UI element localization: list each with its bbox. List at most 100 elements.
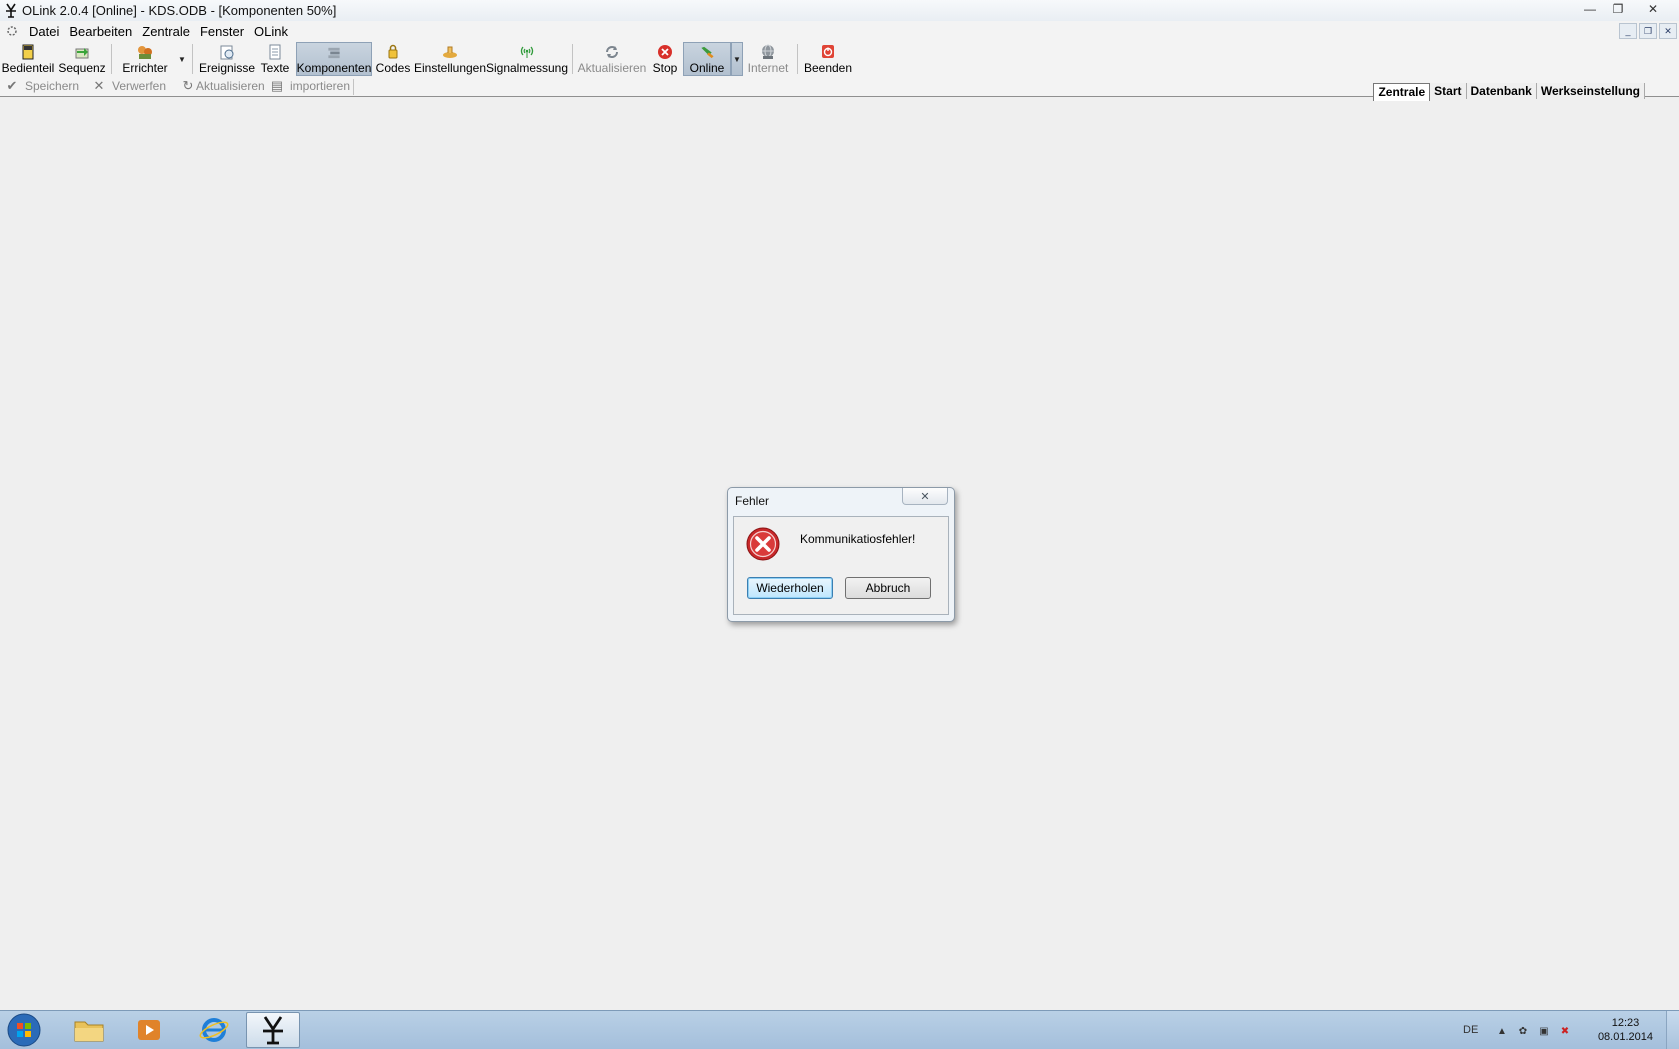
menu-olink[interactable]: OLink: [249, 23, 293, 40]
olink-taskbar-button[interactable]: [246, 1012, 300, 1048]
bedienteil-button[interactable]: Bedienteil: [2, 42, 54, 76]
app-logo-icon: [6, 3, 16, 18]
signalmessung-button[interactable]: Signalmessung: [486, 42, 568, 76]
dialog-body: Kommunikatiosfehler! Wiederholen Abbruch: [733, 516, 949, 615]
menu-bearbeiten[interactable]: Bearbeiten: [64, 23, 137, 40]
sequenz-button[interactable]: Sequenz: [58, 42, 106, 76]
clock[interactable]: 12:23 08.01.2014: [1598, 1016, 1653, 1044]
speichern-button[interactable]: ✔ Speichern: [5, 78, 80, 93]
tab-werkseinstellung[interactable]: Werkseinstellung: [1536, 83, 1645, 99]
online-label: Online: [689, 61, 725, 75]
media-player-icon: [138, 1020, 160, 1040]
title-bar: OLink 2.0.4 [Online] - KDS.ODB - [Kompon…: [0, 0, 1679, 22]
network-status-icon[interactable]: ✿: [1517, 1025, 1529, 1037]
show-desktop-button[interactable]: [1666, 1011, 1679, 1049]
mdi-restore-button[interactable]: ❐: [1639, 23, 1657, 39]
aktualisieren-button[interactable]: Aktualisieren: [578, 42, 646, 76]
menu-zentrale[interactable]: Zentrale: [137, 23, 195, 40]
close-icon: ✕: [1647, 2, 1659, 16]
toolbar-separator: [111, 44, 112, 74]
close-button[interactable]: ✕: [1633, 0, 1673, 18]
explorer-taskbar-button[interactable]: [62, 1012, 116, 1048]
beenden-button[interactable]: Beenden: [804, 42, 852, 76]
importieren-label: importieren: [290, 79, 351, 93]
texte-label: Texte: [260, 61, 290, 75]
error-icon: [746, 527, 780, 561]
system-tray: DE ▲ ✿ ▣ ✖ 12:23 08.01.2014: [1449, 1011, 1679, 1049]
error-dialog: Fehler ✕ Kommunikatiosfehler! Wiederhole…: [727, 487, 955, 622]
aktualisieren-small-label: Aktualisieren: [196, 79, 265, 93]
errichter-label: Errichter: [122, 61, 168, 75]
online-icon: [701, 46, 714, 59]
tab-start[interactable]: Start: [1430, 83, 1467, 99]
stop-icon: [658, 45, 672, 59]
dialog-title: Fehler: [735, 494, 770, 508]
clock-date: 08.01.2014: [1597, 1031, 1653, 1043]
internet-button[interactable]: Internet: [746, 42, 790, 76]
retry-button[interactable]: Wiederholen: [747, 577, 833, 599]
volume-muted-icon[interactable]: ✖: [1559, 1025, 1571, 1037]
language-indicator[interactable]: DE: [1463, 1024, 1478, 1036]
media-player-taskbar-button[interactable]: [122, 1012, 176, 1048]
action-center-icon[interactable]: ▣: [1538, 1025, 1550, 1037]
texte-button[interactable]: Texte: [259, 42, 291, 76]
show-hidden-icons-icon[interactable]: ▲: [1496, 1025, 1508, 1037]
window-controls: — ❐ ✕: [1575, 0, 1673, 18]
beenden-label: Beenden: [803, 61, 853, 75]
signal-icon: [520, 46, 534, 58]
einstellungen-label: Einstellungen: [413, 61, 487, 75]
dialog-close-button[interactable]: ✕: [902, 488, 948, 505]
restore-button[interactable]: ❐: [1605, 0, 1631, 18]
errichter-button[interactable]: Errichter: [120, 42, 170, 76]
sequenz-label: Sequenz: [58, 61, 106, 75]
minimize-button[interactable]: —: [1577, 0, 1603, 18]
menu-bar: Datei Bearbeiten Zentrale Fenster OLink …: [0, 21, 1679, 41]
toolbar-separator: [572, 44, 573, 74]
verwerfen-button[interactable]: ✕ Verwerfen: [92, 78, 166, 93]
codes-icon: [388, 44, 398, 59]
import-icon: ▤: [270, 78, 284, 93]
texts-icon: [269, 44, 281, 60]
minimize-icon: —: [1584, 2, 1596, 16]
main-toolbar: Bedienteil Sequenz Errichter ▼ Ereigniss…: [0, 41, 1679, 77]
komponenten-button[interactable]: Komponenten: [296, 42, 372, 76]
codes-button[interactable]: Codes: [376, 42, 410, 76]
keypad-icon: [22, 44, 34, 60]
importieren-button[interactable]: ▤ importieren: [270, 78, 351, 93]
refresh-icon: [606, 46, 618, 58]
menu-fenster[interactable]: Fenster: [195, 23, 249, 40]
clock-time: 12:23: [1611, 1017, 1640, 1029]
checkmark-icon: ✔: [6, 78, 18, 93]
tab-zentrale[interactable]: Zentrale: [1373, 83, 1431, 101]
error-message: Kommunikatiosfehler!: [800, 532, 916, 546]
events-icon: [220, 45, 234, 60]
errichter-dropdown[interactable]: ▼: [177, 42, 187, 76]
online-dropdown[interactable]: ▼: [731, 42, 743, 76]
mdi-minimize-button[interactable]: _: [1619, 23, 1637, 39]
codes-label: Codes: [375, 61, 411, 75]
start-button[interactable]: [6, 1013, 42, 1047]
toolbar-separator: [192, 44, 193, 74]
internet-icon: [762, 44, 774, 59]
mdi-close-button[interactable]: ✕: [1659, 23, 1677, 39]
power-icon: [822, 45, 834, 58]
internet-explorer-taskbar-button[interactable]: [187, 1012, 241, 1048]
internet-explorer-icon: [199, 1018, 229, 1042]
mdi-child-icon[interactable]: [6, 25, 18, 37]
taskbar: DE ▲ ✿ ▣ ✖ 12:23 08.01.2014: [0, 1010, 1679, 1049]
ereignisse-button[interactable]: Ereignisse: [199, 42, 255, 76]
folder-icon: [74, 1021, 104, 1042]
online-button[interactable]: Online: [683, 42, 731, 76]
window-title: OLink 2.0.4 [Online] - KDS.ODB - [Kompon…: [22, 3, 337, 18]
stop-button[interactable]: Stop: [651, 42, 679, 76]
cancel-button[interactable]: Abbruch: [845, 577, 931, 599]
tab-datenbank[interactable]: Datenbank: [1466, 83, 1537, 99]
view-tabs: Zentrale Start Datenbank Werkseinstellun…: [1373, 83, 1645, 101]
aktualisieren-small-button[interactable]: ↻ Aktualisieren: [181, 78, 265, 93]
einstellungen-button[interactable]: Einstellungen: [413, 42, 487, 76]
speichern-label: Speichern: [25, 79, 80, 93]
menu: Datei Bearbeiten Zentrale Fenster OLink: [24, 23, 293, 40]
toolbar-separator: [353, 79, 354, 95]
restore-icon: ❐: [1612, 2, 1624, 16]
menu-datei[interactable]: Datei: [24, 23, 64, 40]
